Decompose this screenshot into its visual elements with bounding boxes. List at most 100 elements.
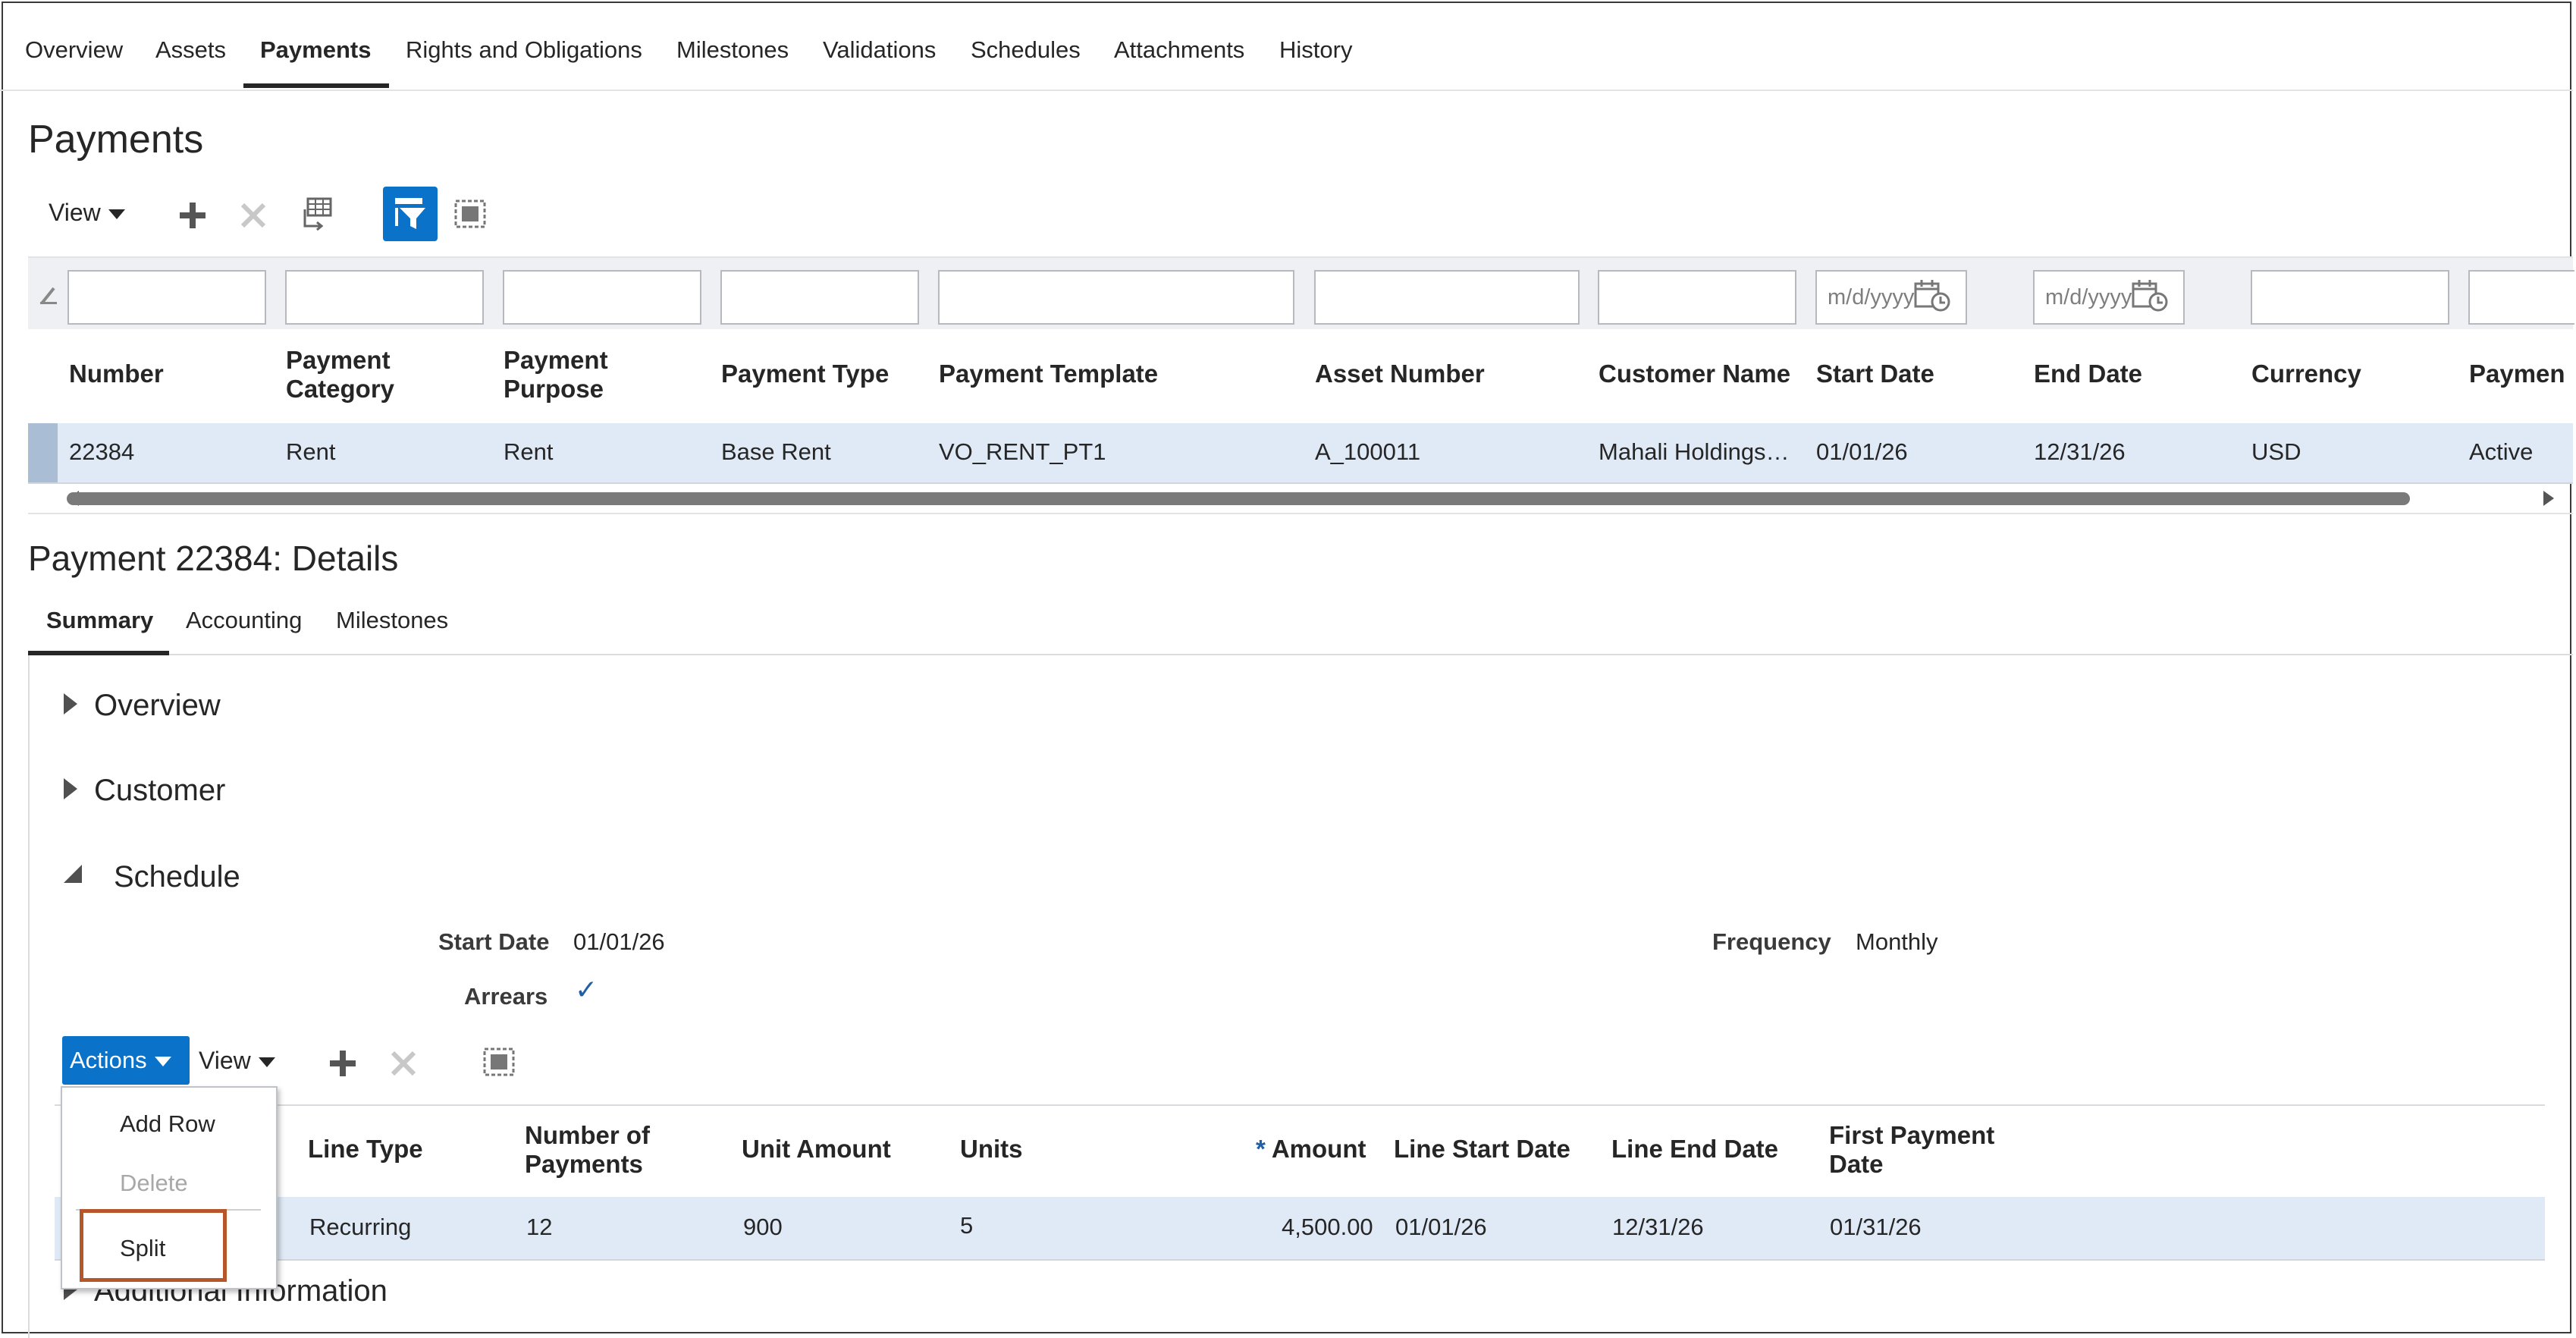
header-line: Purpose [504,375,604,403]
col-units[interactable]: Units [960,1135,1023,1164]
view-menu[interactable]: View [49,199,125,227]
col-customer-name[interactable]: Customer Name [1599,360,1790,388]
filter-payment-purpose[interactable] [503,270,701,325]
tab-attachments[interactable]: Attachments [1114,36,1244,64]
cell-number: 22384 [69,438,135,465]
col-line-end-date[interactable]: Line End Date [1611,1135,1778,1164]
cell-payment-status: Active [2469,438,2534,465]
cell-payment-type: Base Rent [721,438,831,465]
col-line-start-date[interactable]: Line Start Date [1394,1135,1570,1164]
date-placeholder: m/d/yyyy [2045,285,2132,309]
filter-payment-status[interactable] [2468,270,2574,325]
col-first-payment-date[interactable]: First Payment Date [1829,1121,1994,1179]
col-amount[interactable]: * Amount [1256,1135,1366,1164]
date-placeholder: m/d/yyyy [1828,285,1915,309]
expand-icon [64,693,77,715]
frequency-value: Monthly [1856,928,1938,955]
tab-schedules[interactable]: Schedules [971,36,1081,64]
col-end-date[interactable]: End Date [2034,360,2142,388]
cell-customer-name: Mahali Holdings… [1599,438,1790,465]
cell-number-of-payments: 12 [526,1214,553,1240]
view-label: View [199,1047,251,1074]
tab-overview[interactable]: Overview [25,36,123,64]
tab-summary[interactable]: Summary [46,607,153,634]
col-line-type[interactable]: Line Type [308,1135,423,1164]
horizontal-scrollbar[interactable] [67,492,2410,505]
actions-label: Actions [70,1047,147,1073]
col-currency[interactable]: Currency [2251,360,2361,388]
col-payment-template[interactable]: Payment Template [939,360,1158,388]
filter-icon [395,198,425,229]
chevron-down-icon [108,209,125,220]
split-highlight-box [80,1209,227,1282]
chevron-down-icon [154,1057,171,1067]
view-menu[interactable]: View [199,1047,275,1075]
section-customer[interactable]: Customer [64,774,225,808]
col-payment-purpose[interactable]: Payment Purpose [504,346,608,404]
tab-milestones[interactable]: Milestones [676,36,789,64]
tab-rights-and-obligations[interactable]: Rights and Obligations [406,36,642,64]
delete-icon[interactable] [390,1050,417,1077]
filter-currency[interactable] [2251,270,2449,325]
col-number-of-payments[interactable]: Number of Payments [525,1121,650,1179]
cell-payment-template: VO_RENT_PT1 [939,438,1106,465]
cell-payment-purpose: Rent [504,438,554,465]
detach-icon[interactable] [482,1047,516,1077]
delete-icon[interactable] [240,202,267,229]
calendar-icon[interactable] [2131,278,2169,313]
menu-item-delete[interactable]: Delete [120,1170,188,1197]
actions-menu-button[interactable]: Actions [62,1036,190,1085]
clear-filter-icon[interactable] [39,284,58,306]
active-tab-indicator [243,83,389,88]
filter-payment-type[interactable] [720,270,919,325]
table-row[interactable]: Recurring 12 900 5 4,500.00 01/01/26 12/… [55,1197,2545,1261]
tab-validations[interactable]: Validations [823,36,936,64]
query-by-example-button[interactable] [383,187,438,241]
col-unit-amount[interactable]: Unit Amount [742,1135,891,1164]
frequency-label: Frequency [1712,928,1831,955]
col-payment-type[interactable]: Payment Type [721,360,889,388]
freeze-columns-icon[interactable] [299,196,334,231]
tab-history[interactable]: History [1279,36,1352,64]
filter-number[interactable] [67,270,266,325]
filter-asset-number[interactable] [1314,270,1580,325]
detach-icon[interactable] [453,199,487,229]
scroll-right-icon[interactable] [2540,488,2557,508]
check-icon: ✓ [575,974,598,1005]
cell-start-date: 01/01/26 [1816,438,1908,465]
filter-payment-category[interactable] [285,270,484,325]
section-schedule[interactable]: Schedule [62,860,240,894]
col-start-date[interactable]: Start Date [1816,360,1934,388]
cell-unit-amount: 900 [743,1214,783,1240]
col-payment-status[interactable]: Paymen [2469,360,2565,388]
header-line: Date [1829,1150,1884,1178]
col-asset-number[interactable]: Asset Number [1315,360,1485,388]
tab-milestones-detail[interactable]: Milestones [336,607,448,634]
col-payment-category[interactable]: Payment Category [286,346,394,404]
row-selector[interactable] [28,423,58,482]
section-overview[interactable]: Overview [64,689,221,723]
filter-payment-template[interactable] [938,270,1294,325]
expand-icon [64,778,77,800]
cell-units: 5 [960,1212,974,1239]
cell-line-end-date: 12/31/26 [1612,1214,1704,1240]
table-row[interactable]: 22384 Rent Rent Base Rent VO_RENT_PT1 A_… [28,423,2573,484]
filter-customer-name[interactable] [1598,270,1796,325]
tab-assets[interactable]: Assets [155,36,226,64]
menu-item-add-row[interactable]: Add Row [120,1110,215,1138]
tab-accounting[interactable]: Accounting [186,607,302,634]
lines-table-header: Line Type Number of Payments Unit Amount … [55,1104,2545,1198]
tab-payments[interactable]: Payments [260,36,371,64]
cell-currency: USD [2251,438,2301,465]
calendar-icon[interactable] [1913,278,1951,313]
cell-first-payment-date: 01/31/26 [1830,1214,1922,1240]
add-icon[interactable] [328,1048,358,1079]
col-number[interactable]: Number [69,360,164,388]
chevron-down-icon [258,1057,275,1068]
header-text: Amount [1271,1135,1366,1163]
arrears-label: Arrears [464,983,548,1010]
required-indicator: * [1256,1135,1266,1163]
start-date-value: 01/01/26 [573,928,665,955]
add-icon[interactable] [177,200,208,231]
header-line: Category [286,375,395,403]
